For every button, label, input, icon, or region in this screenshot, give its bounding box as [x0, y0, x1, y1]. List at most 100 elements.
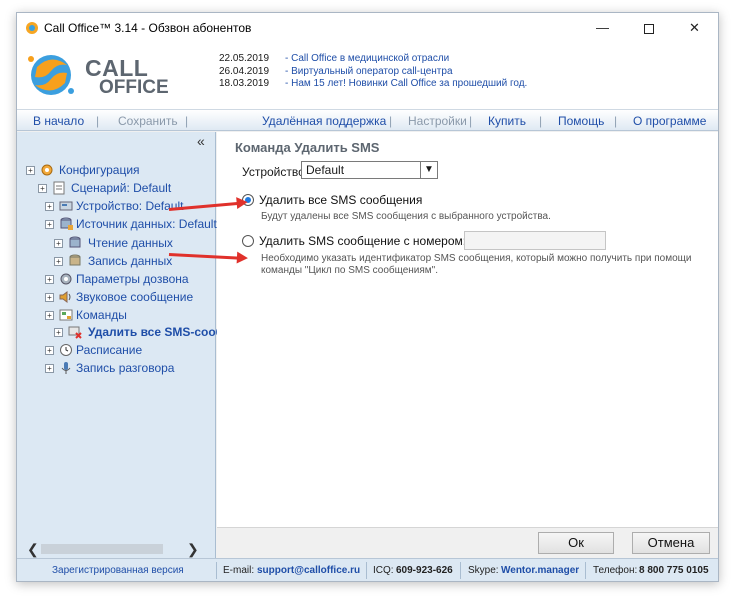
title-bar: Call Office™ 3.14 - Обзвон абонентов — ✕: [17, 13, 718, 43]
tree-node-label: Конфигурация: [59, 163, 140, 177]
logo: CALL OFFICE: [23, 49, 173, 101]
expander-icon[interactable]: +: [38, 184, 47, 193]
tree-node-label: Удалить все SMS-сооб: [88, 325, 224, 339]
news-date: 26.04.2019: [219, 65, 270, 77]
expander-icon[interactable]: +: [45, 364, 54, 373]
scroll-right-button[interactable]: ❯: [187, 541, 199, 558]
ok-button[interactable]: Ок: [538, 532, 614, 554]
microphone-icon: [61, 362, 71, 374]
expander-icon[interactable]: +: [26, 166, 35, 175]
menu-separator: |: [389, 114, 393, 128]
news-date: 22.05.2019: [219, 53, 270, 64]
expander-icon[interactable]: +: [45, 293, 54, 302]
app-icon: [26, 22, 38, 34]
database-read-icon: [69, 236, 81, 248]
tree-node-label: Команды: [76, 308, 127, 322]
sms-number-input[interactable]: [464, 231, 606, 250]
menu-save[interactable]: Сохранить: [118, 114, 178, 128]
cancel-button[interactable]: Отмена: [632, 532, 710, 554]
database-icon: [60, 217, 73, 230]
panel-title: Команда Удалить SMS: [235, 140, 380, 155]
expander-icon[interactable]: +: [45, 202, 54, 211]
menu-home[interactable]: В начало: [33, 114, 84, 128]
expander-icon[interactable]: +: [45, 311, 54, 320]
news-item: 26.04.2019 - Виртуальный оператор call-це…: [219, 66, 527, 79]
gear-icon: [60, 273, 72, 285]
phone-number: 8 800 775 0105: [639, 565, 709, 576]
delete-sms-icon: [68, 326, 82, 339]
expander-icon[interactable]: +: [54, 328, 63, 337]
header: CALL OFFICE 22.05.2019 - Call Office в ме…: [17, 43, 718, 109]
status-divider: [366, 562, 367, 579]
icq-number: 609-923-626: [396, 565, 453, 576]
tree-node-label: Звуковое сообщение: [76, 290, 194, 304]
menu-separator: |: [469, 114, 473, 128]
speaker-icon: [59, 291, 71, 303]
news-list: 22.05.2019 - Call Office в медицинской от…: [219, 53, 527, 91]
news-link[interactable]: - Нам 15 лет! Новинки Call Office за про…: [285, 78, 527, 89]
email-label: E-mail:: [223, 565, 255, 576]
skype-link[interactable]: Wentor.manager: [501, 565, 579, 576]
chevron-down-icon[interactable]: ▼: [420, 162, 437, 178]
news-item: 22.05.2019 - Call Office в медицинской от…: [219, 53, 527, 66]
menu-about[interactable]: О программе: [633, 114, 706, 128]
database-write-icon: [69, 254, 81, 266]
news-item: 18.03.2019 - Нам 15 лет! Новинки Call Off…: [219, 78, 527, 91]
device-icon: [59, 201, 73, 211]
status-bar: Зарегистрированная версия E-mail: suppor…: [17, 558, 718, 581]
phone-label: Телефон:: [593, 565, 638, 576]
menu-separator: |: [539, 114, 543, 128]
delete-all-sms-hint: Будут удалены все SMS сообщения с выбран…: [261, 211, 551, 222]
device-label: Устройство:: [242, 165, 309, 179]
expander-icon[interactable]: +: [45, 220, 54, 229]
delete-sms-by-number-label[interactable]: Удалить SMS сообщение с номером:: [259, 234, 466, 248]
expander-icon[interactable]: +: [54, 257, 63, 266]
menu-separator: |: [185, 114, 189, 128]
tree-node-label: Расписание: [76, 343, 143, 357]
expander-icon[interactable]: +: [45, 346, 54, 355]
logo-line2: OFFICE: [99, 77, 169, 98]
collapse-sidebar-button[interactable]: «: [197, 133, 205, 149]
document-icon: [53, 181, 65, 195]
scroll-thumb[interactable]: [41, 544, 163, 554]
expander-icon[interactable]: +: [45, 275, 54, 284]
minimize-button[interactable]: —: [580, 13, 625, 43]
status-divider: [216, 562, 217, 579]
maximize-button[interactable]: [626, 13, 671, 43]
menu-separator: |: [614, 114, 618, 128]
menu-buy[interactable]: Купить: [488, 114, 526, 128]
news-link[interactable]: - Виртуальный оператор call-центра: [285, 66, 453, 77]
delete-sms-by-number-radio[interactable]: [242, 235, 254, 247]
close-button[interactable]: ✕: [672, 13, 717, 43]
app-window: Call Office™ 3.14 - Обзвон абонентов — ✕…: [16, 12, 719, 582]
news-date: 18.03.2019: [219, 78, 270, 89]
tree-node-label: Параметры дозвона: [76, 272, 189, 286]
tree-node-label: Сценарий: Default: [71, 181, 172, 195]
gear-icon: [41, 164, 53, 176]
news-link[interactable]: - Call Office в медицинской отрасли: [285, 53, 449, 64]
icq-label: ICQ:: [373, 565, 394, 576]
dialog-button-bar: Ок Отмена: [217, 527, 718, 558]
window-title: Call Office™ 3.14 - Обзвон абонентов: [44, 21, 252, 35]
device-select-value: Default: [306, 163, 345, 177]
delete-all-sms-label[interactable]: Удалить все SMS сообщения: [259, 193, 422, 207]
tree-node-label: Источник данных: Default: [76, 217, 217, 231]
tree-node-label: Устройство: Default: [76, 199, 184, 213]
tree-node-label: Запись разговора: [76, 361, 175, 375]
email-link[interactable]: support@calloffice.ru: [257, 565, 360, 576]
status-divider: [460, 562, 461, 579]
menu-separator: |: [96, 114, 100, 128]
maximize-icon: [643, 23, 654, 34]
menu-help[interactable]: Помощь: [558, 114, 604, 128]
tree-node-label: Чтение данных: [88, 236, 173, 250]
sidebar: « + Конфигурация + Сценарий: Default + У…: [17, 132, 223, 558]
device-select[interactable]: Default ▼: [301, 161, 438, 179]
horizontal-scrollbar[interactable]: ❮ ❯: [21, 541, 211, 558]
menu-settings[interactable]: Настройки: [408, 114, 467, 128]
registration-status: Зарегистрированная версия: [52, 565, 184, 576]
status-divider: [585, 562, 586, 579]
scroll-left-button[interactable]: ❮: [27, 541, 39, 558]
expander-icon[interactable]: +: [54, 239, 63, 248]
command-panel: Команда Удалить SMS Устройство: Default …: [217, 132, 718, 527]
menu-remote-support[interactable]: Удалённая поддержка: [262, 114, 386, 128]
